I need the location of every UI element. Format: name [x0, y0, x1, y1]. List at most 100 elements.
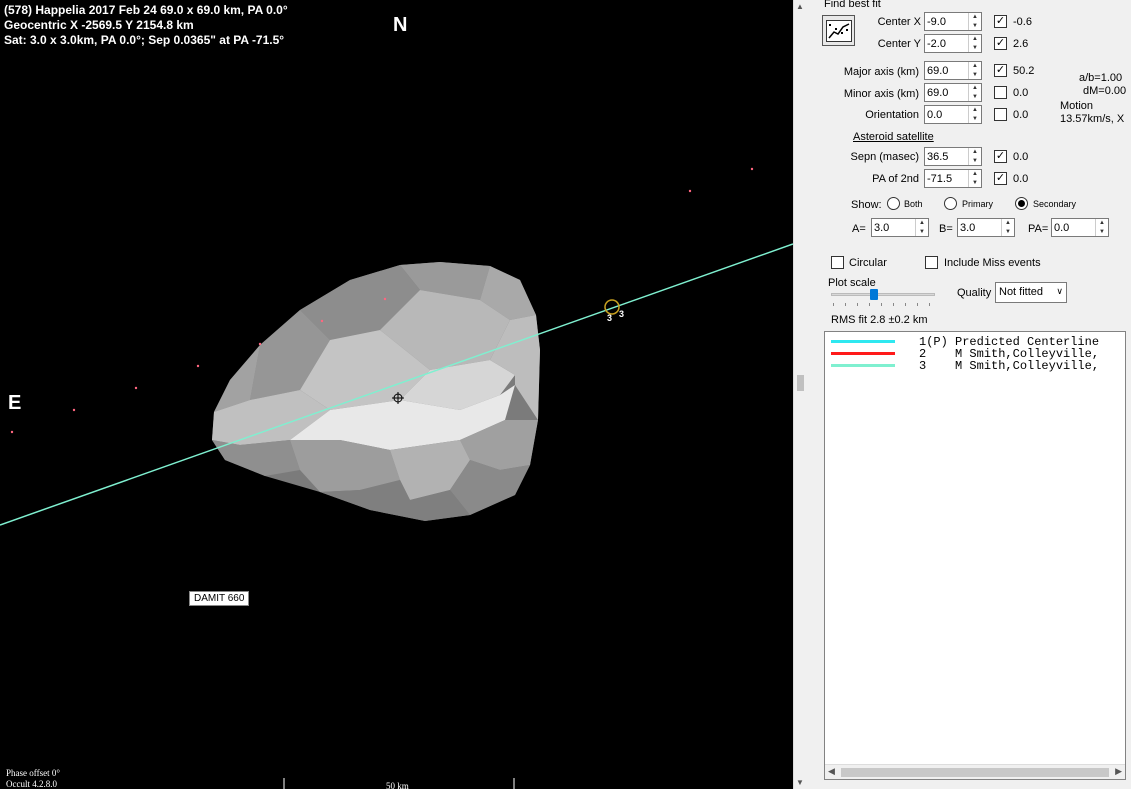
center-y-input[interactable]: -2.0 ▲ ▼ — [924, 34, 982, 53]
orientation-result: 0.0 — [1013, 109, 1029, 121]
track-dot — [196, 364, 200, 368]
track-dot — [10, 430, 14, 434]
center-x-input[interactable]: -9.0 ▲ ▼ — [924, 12, 982, 31]
header-line-2: Geocentric X -2569.5 Y 2154.8 km — [4, 18, 194, 32]
include-miss-checkbox[interactable] — [925, 256, 938, 269]
major-axis-input[interactable]: 69.0 ▲ ▼ — [924, 61, 982, 80]
scroll-thumb[interactable] — [841, 768, 1109, 777]
asteroid-satellite-heading: Asteroid satellite — [853, 131, 934, 143]
slider-thumb[interactable] — [870, 289, 878, 300]
pa-input[interactable]: 0.0 ▲ ▼ — [1051, 218, 1109, 237]
sepn-input[interactable]: 36.5 ▲ ▼ — [924, 147, 982, 166]
minor-axis-input[interactable]: 69.0 ▲ ▼ — [924, 83, 982, 102]
scroll-right-icon[interactable]: ▶ — [1115, 766, 1122, 777]
major-axis-checkbox[interactable]: ✓ — [994, 64, 1007, 77]
b-input[interactable]: 3.0 ▲ ▼ — [957, 218, 1015, 237]
scroll-up-icon[interactable]: ▲ — [796, 2, 804, 11]
spinner-icon[interactable]: ▲ ▼ — [968, 170, 981, 187]
sepn-result: 0.0 — [1013, 151, 1029, 163]
legend-horizontal-scrollbar[interactable]: ◀ ▶ — [825, 764, 1125, 779]
motion-value: 13.57km/s, X — [1060, 113, 1125, 125]
track-dot — [258, 342, 262, 346]
include-miss-label: Include Miss events — [944, 257, 1041, 269]
spinner-icon[interactable]: ▲ ▼ — [968, 62, 981, 79]
chord-label-right: 3 — [619, 309, 625, 319]
spinner-icon[interactable]: ▲ ▼ — [968, 148, 981, 165]
circular-label: Circular — [849, 257, 887, 269]
find-best-fit-button[interactable] — [822, 15, 855, 46]
minor-axis-label: Minor axis (km) — [843, 88, 919, 100]
scroll-thumb[interactable] — [797, 375, 804, 391]
center-y-label: Center Y — [877, 38, 921, 50]
show-secondary-label: Secondary — [1033, 199, 1077, 209]
orientation-label: Orientation — [865, 109, 919, 121]
spinner-icon[interactable]: ▲ ▼ — [968, 84, 981, 101]
pa-2nd-label: PA of 2nd — [872, 173, 919, 185]
chord-label-left: 3 — [607, 313, 613, 323]
occultation-plot[interactable]: (578) Happelia 2017 Feb 24 69.0 x 69.0 k… — [0, 0, 793, 789]
major-axis-result: 50.2 — [1013, 65, 1035, 77]
center-x-checkbox[interactable]: ✓ — [994, 15, 1007, 28]
quality-dropdown[interactable]: Not fitted ∨ — [995, 282, 1067, 303]
track-dot — [750, 167, 754, 171]
chevron-down-icon: ∨ — [1056, 286, 1063, 296]
quality-label: Quality — [957, 287, 992, 299]
legend-row[interactable]: 3 M Smith,Colleyville, — [825, 360, 1125, 372]
show-primary-radio[interactable] — [944, 197, 957, 210]
legend-swatch — [831, 340, 895, 343]
scroll-down-icon[interactable]: ▼ — [796, 778, 804, 787]
orientation-input[interactable]: 0.0 ▲ ▼ — [924, 105, 982, 124]
plot-scale-slider[interactable] — [829, 289, 937, 307]
pa-2nd-checkbox[interactable]: ✓ — [994, 172, 1007, 185]
b-label: B= — [939, 223, 953, 235]
center-y-checkbox[interactable]: ✓ — [994, 37, 1007, 50]
find-best-fit-label: Find best fit — [824, 0, 881, 10]
observer-legend-list[interactable]: 1(P) Predicted Centerline 2 M Smith,Coll… — [824, 331, 1126, 780]
sepn-checkbox[interactable]: ✓ — [994, 150, 1007, 163]
model-label: DAMIT 660 — [189, 591, 250, 606]
rms-fit: RMS fit 2.8 ±0.2 km — [831, 314, 928, 326]
spinner-icon[interactable]: ▲ ▼ — [968, 106, 981, 123]
track-dot — [320, 319, 324, 323]
phase-offset-text: Phase offset 0° — [6, 768, 60, 778]
east-label: E — [8, 392, 22, 414]
pa-2nd-input[interactable]: -71.5 ▲ ▼ — [924, 169, 982, 188]
track-dot — [134, 386, 138, 390]
spinner-icon[interactable]: ▲ ▼ — [1001, 219, 1014, 236]
track-dot — [72, 408, 76, 412]
spinner-icon[interactable]: ▲ ▼ — [968, 35, 981, 52]
version-text: Occult 4.2.8.0 — [6, 779, 57, 789]
scroll-left-icon[interactable]: ◀ — [828, 766, 835, 777]
pa-2nd-result: 0.0 — [1013, 173, 1029, 185]
show-both-label: Both — [904, 199, 923, 209]
plot-canvas — [0, 167, 793, 789]
a-input[interactable]: 3.0 ▲ ▼ — [871, 218, 929, 237]
center-x-result: -0.6 — [1013, 16, 1032, 28]
ab-ratio: a/b=1.00 — [1079, 72, 1123, 84]
quality-value: Not fitted — [999, 286, 1044, 298]
center-y-result: 2.6 — [1013, 38, 1029, 50]
show-primary-label: Primary — [962, 199, 993, 209]
panel-scrollbar[interactable]: ▲ ▼ — [793, 0, 807, 789]
header-line-1: (578) Happelia 2017 Feb 24 69.0 x 69.0 k… — [4, 3, 288, 17]
minor-axis-checkbox[interactable] — [994, 86, 1007, 99]
track-dot — [688, 189, 692, 193]
circular-checkbox[interactable] — [831, 256, 844, 269]
track-dot — [383, 297, 387, 301]
show-secondary-radio[interactable] — [1015, 197, 1028, 210]
spinner-icon[interactable]: ▲ ▼ — [968, 13, 981, 30]
motion-label: Motion — [1060, 100, 1094, 112]
chart-fit-icon — [825, 19, 852, 42]
spinner-icon[interactable]: ▲ ▼ — [1095, 219, 1108, 236]
spinner-icon[interactable]: ▲ ▼ — [915, 219, 928, 236]
minor-axis-result: 0.0 — [1013, 87, 1029, 99]
orientation-checkbox[interactable] — [994, 108, 1007, 121]
dm-value: dM=0.00 — [1083, 85, 1127, 97]
show-label: Show: — [851, 199, 882, 211]
sepn-label: Sepn (masec) — [850, 151, 919, 163]
north-label: N — [393, 14, 408, 36]
show-both-radio[interactable] — [887, 197, 900, 210]
legend-swatch — [831, 352, 895, 355]
plot-scale-label: Plot scale — [828, 277, 876, 289]
scale-text: 50 km — [386, 781, 409, 789]
